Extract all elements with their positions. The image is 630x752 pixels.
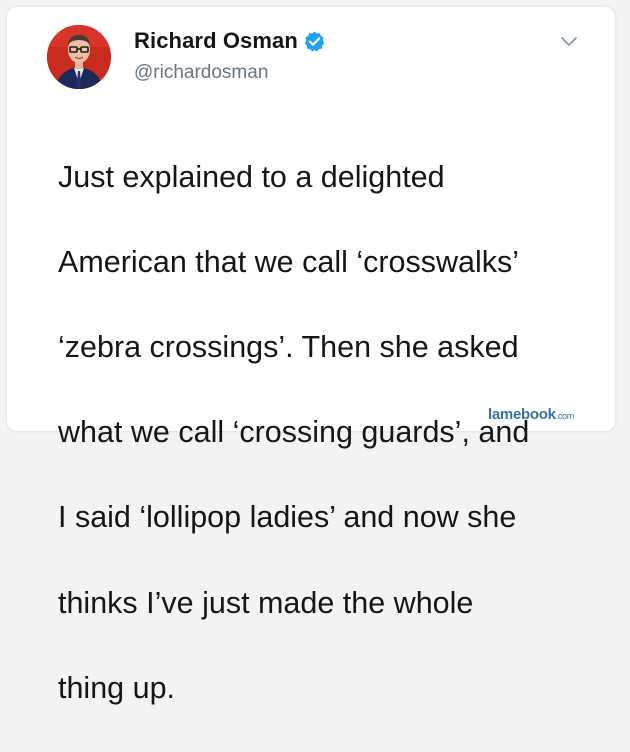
tweet-text-line: I said ‘lollipop ladies’ and now she (58, 500, 517, 535)
verified-badge-icon (303, 30, 326, 53)
tweet-text-line: thing up. (58, 670, 176, 705)
watermark-domain: .com (555, 411, 575, 421)
tweet-text-line: thinks I’ve just made the whole (58, 585, 474, 620)
watermark: lamebook.com (488, 406, 574, 423)
tweet-text-line: ‘zebra crossings’. Then she asked (58, 329, 519, 364)
tweet-text-line: American that we call ‘crosswalks’ (58, 244, 520, 279)
avatar[interactable] (47, 25, 111, 89)
tweet-text: Just explained to a delighted American t… (58, 113, 598, 752)
tweet-text-line: Just explained to a delighted (58, 159, 445, 194)
author-name[interactable]: Richard Osman (134, 28, 298, 54)
watermark-brand: lamebook (488, 406, 556, 423)
author-name-row: Richard Osman (134, 28, 326, 54)
author-handle[interactable]: @richardosman (134, 62, 268, 84)
tweet-card: Richard Osman @richardosman Just explain… (7, 7, 615, 705)
avatar-image (47, 25, 111, 89)
chevron-down-icon[interactable] (559, 35, 579, 49)
